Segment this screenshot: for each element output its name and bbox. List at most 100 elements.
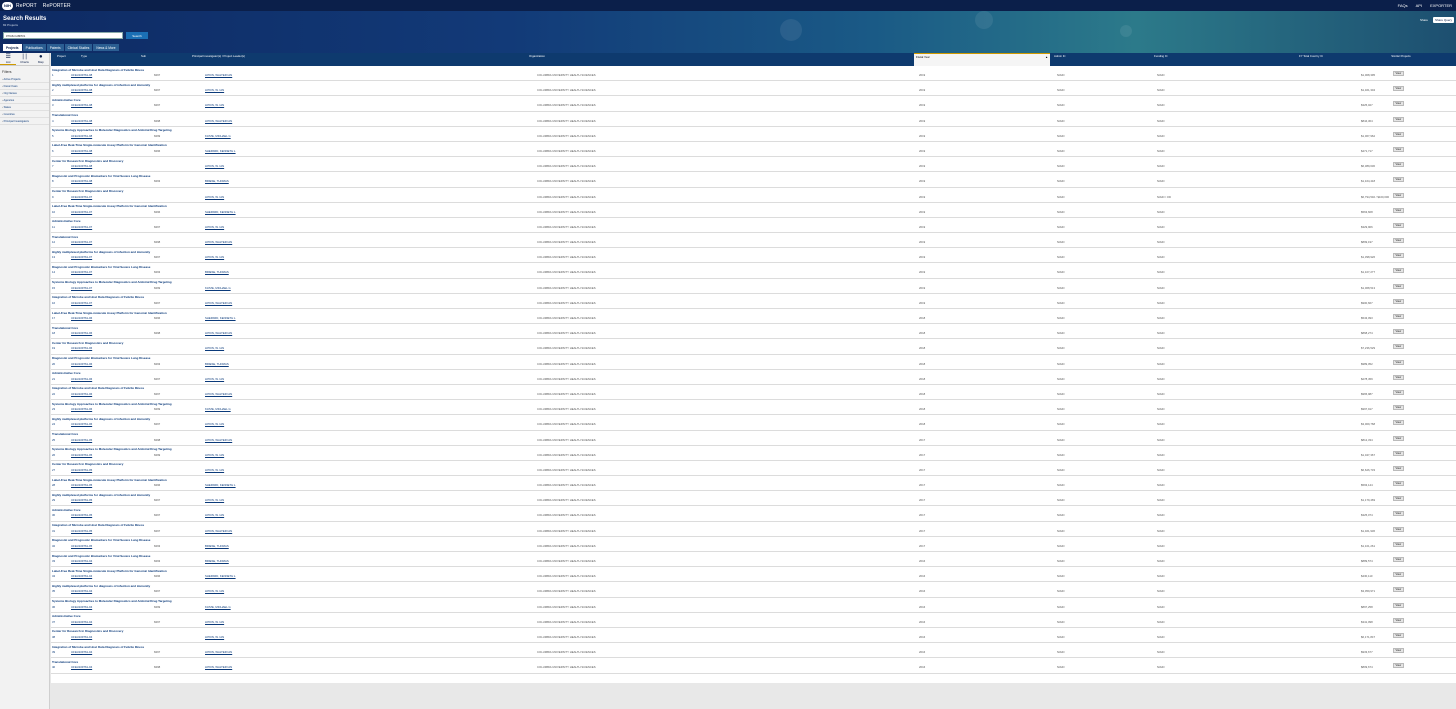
project-number-link[interactable]: U19AI109761-08 xyxy=(71,88,92,92)
row-title-link[interactable]: Center for Research in Diagnostics and D… xyxy=(52,462,123,466)
pi-name-link[interactable]: KATZE, MICHAEL G xyxy=(205,134,231,138)
col-header-similar[interactable]: Similar Projects xyxy=(1386,54,1416,58)
view-charts-button[interactable]: ∣∣ Charts xyxy=(16,53,32,65)
project-number-link[interactable]: U19AI109761-04 xyxy=(71,589,92,593)
project-number-link[interactable]: U19AI109761-05 xyxy=(71,453,92,457)
pi-name-link[interactable]: LIPKIN, W. IAN xyxy=(205,346,224,350)
pi-name-link[interactable]: LIPKIN, WALTER IAN xyxy=(205,529,232,533)
row-title-link[interactable]: Translational Core xyxy=(52,432,78,436)
row-title-link[interactable]: Integration of Microbe and Host Data Dia… xyxy=(52,68,144,72)
row-title-link[interactable]: Highly multiplexed platforms for diagnos… xyxy=(52,493,150,497)
pi-name-link[interactable]: SHEPARD, KENNETH L xyxy=(205,210,236,214)
pi-name-link[interactable]: KATZE, MICHAEL G xyxy=(205,605,231,609)
row-title-link[interactable]: Highly multiplexed platforms for diagnos… xyxy=(52,417,150,421)
view-similar-button[interactable]: View xyxy=(1393,541,1404,547)
view-similar-button[interactable]: View xyxy=(1393,283,1404,289)
row-title-link[interactable]: Diagnostic and Prognostic Biomarkers for… xyxy=(52,554,150,558)
row-title-link[interactable]: Translational Core xyxy=(52,113,78,117)
nav-link-api[interactable]: API xyxy=(1416,3,1422,8)
row-title-link[interactable]: Label-Free Real-Time Single-molecule Ass… xyxy=(52,478,167,482)
filter-item[interactable]: Countries xyxy=(0,111,49,118)
project-number-link[interactable]: U19AI109761-08 xyxy=(71,149,92,153)
pi-name-link[interactable]: LIPKIN, W. IAN xyxy=(205,88,224,92)
view-similar-button[interactable]: View xyxy=(1393,314,1404,319)
project-number-link[interactable]: U19AI109761-04 xyxy=(71,665,92,669)
row-title-link[interactable]: Systems Biology Approaches to Molecular … xyxy=(52,402,172,406)
pi-name-link[interactable]: LIPKIN, WALTER IAN xyxy=(205,331,232,335)
pi-name-link[interactable]: SHEPARD, KENNETH L xyxy=(205,574,236,578)
filter-item[interactable]: States xyxy=(0,104,49,111)
project-number-link[interactable]: U19AI109761-06 xyxy=(71,331,92,335)
row-title-link[interactable]: Center for Research in Diagnostics and D… xyxy=(52,341,123,345)
project-number-link[interactable]: U19AI109761-05 xyxy=(71,498,92,502)
project-number-link[interactable]: U19AI109761-07 xyxy=(71,270,92,274)
filter-item[interactable]: Fiscal Years xyxy=(0,83,49,90)
pi-name-link[interactable]: KATZE, MICHAEL G xyxy=(205,286,231,290)
row-title-link[interactable]: Diagnostic and Prognostic Biomarkers for… xyxy=(52,174,150,178)
view-similar-button[interactable]: View xyxy=(1393,253,1404,259)
project-number-link[interactable]: U19AI109761-07 xyxy=(71,286,92,290)
project-number-link[interactable]: U19AI109761-06 xyxy=(71,377,92,381)
view-similar-button[interactable]: View xyxy=(1393,450,1404,456)
view-similar-button[interactable]: View xyxy=(1393,496,1404,502)
view-similar-button[interactable]: View xyxy=(1393,162,1404,168)
tab-news[interactable]: News & More xyxy=(93,44,119,51)
row-title-link[interactable]: Systems Biology Approaches to Molecular … xyxy=(52,599,172,603)
project-number-link[interactable]: U19AI109761-06 xyxy=(71,316,92,320)
search-input[interactable]: #7R&CH8PR1 xyxy=(3,32,123,39)
project-number-link[interactable]: U19AI109761-07 xyxy=(71,225,92,229)
col-header-sub[interactable]: Sub xyxy=(141,54,146,58)
nav-link-faqs[interactable]: FAQs xyxy=(1398,3,1408,8)
row-title-link[interactable]: Label-Free Real-Time Single-molecule Ass… xyxy=(52,569,167,573)
row-title-link[interactable]: Systems Biology Approaches to Molecular … xyxy=(52,128,172,132)
view-similar-button[interactable]: View xyxy=(1393,663,1404,669)
tab-publications[interactable]: Publications xyxy=(22,44,46,51)
pi-name-link[interactable]: LIPKIN, W. IAN xyxy=(205,103,224,107)
project-number-link[interactable]: U19AI109761-05 xyxy=(71,513,92,517)
view-map-button[interactable]: ● Map xyxy=(33,53,49,65)
view-similar-button[interactable]: View xyxy=(1393,389,1404,395)
row-title-link[interactable]: Highly multiplexed platforms for diagnos… xyxy=(52,83,150,87)
view-similar-button[interactable]: View xyxy=(1393,572,1404,578)
nav-link-exporter[interactable]: EXPORTER xyxy=(1430,3,1452,8)
project-number-link[interactable]: U19AI109761-07 xyxy=(71,240,92,244)
tab-patents[interactable]: Patents xyxy=(46,44,64,51)
view-similar-button[interactable]: View xyxy=(1393,344,1404,350)
project-number-link[interactable]: U19AI109761-08 xyxy=(71,179,92,183)
col-header-type[interactable]: Type xyxy=(81,54,87,58)
view-similar-button[interactable]: View xyxy=(1393,86,1404,92)
view-similar-button[interactable]: View xyxy=(1393,268,1404,274)
view-similar-button[interactable]: View xyxy=(1393,602,1404,608)
project-number-link[interactable]: U19AI109761-08 xyxy=(71,73,92,77)
row-title-link[interactable]: Systems Biology Approaches to Molecular … xyxy=(52,280,172,284)
filter-item[interactable]: Agencies xyxy=(0,97,49,104)
row-title-link[interactable]: Diagnostic and Prognostic Biomarkers for… xyxy=(52,265,150,269)
project-number-link[interactable]: U19AI109761-08 xyxy=(71,164,92,168)
row-title-link[interactable]: Translational Core xyxy=(52,235,78,239)
view-similar-button[interactable]: View xyxy=(1393,359,1404,365)
pi-name-link[interactable]: LIPKIN, WALTER IAN xyxy=(205,665,232,669)
project-number-link[interactable]: U19AI109761-06 xyxy=(71,346,92,350)
filter-item[interactable]: Org Names xyxy=(0,90,49,97)
project-number-link[interactable]: U19AI109761-04 xyxy=(71,650,92,654)
row-title-link[interactable]: Diagnostic and Prognostic Biomarkers for… xyxy=(52,356,150,360)
filter-item[interactable]: Principal Investigators xyxy=(0,118,49,125)
pi-name-link[interactable]: BRIESE, THOMAS xyxy=(205,362,229,366)
view-similar-button[interactable]: View xyxy=(1393,177,1404,183)
col-header-pi[interactable]: Principal Investigator(s) / Project Lead… xyxy=(192,54,272,58)
view-similar-button[interactable]: View xyxy=(1393,207,1404,213)
view-similar-button[interactable]: View xyxy=(1393,71,1404,76)
view-similar-button[interactable]: View xyxy=(1393,405,1404,411)
pi-name-link[interactable]: LIPKIN, W. IAN xyxy=(205,498,224,502)
project-number-link[interactable]: U19AI109761-04 xyxy=(71,635,92,639)
view-similar-button[interactable]: View xyxy=(1393,298,1404,304)
view-similar-button[interactable]: View xyxy=(1393,511,1404,517)
col-header-org[interactable]: Organization xyxy=(529,54,545,58)
project-number-link[interactable]: U19AI109761-06 xyxy=(71,362,92,366)
pi-name-link[interactable]: SHEPARD, KENNETH L xyxy=(205,149,236,153)
filter-item[interactable]: Active Projects xyxy=(0,76,49,83)
project-number-link[interactable]: U19AI109761-05 xyxy=(71,544,92,548)
row-title-link[interactable]: Label-Free Real-Time Single-molecule Ass… xyxy=(52,204,167,208)
project-number-link[interactable]: U19AI109761-05 xyxy=(71,438,92,442)
pi-name-link[interactable]: KATZE, MICHAEL G xyxy=(205,407,231,411)
